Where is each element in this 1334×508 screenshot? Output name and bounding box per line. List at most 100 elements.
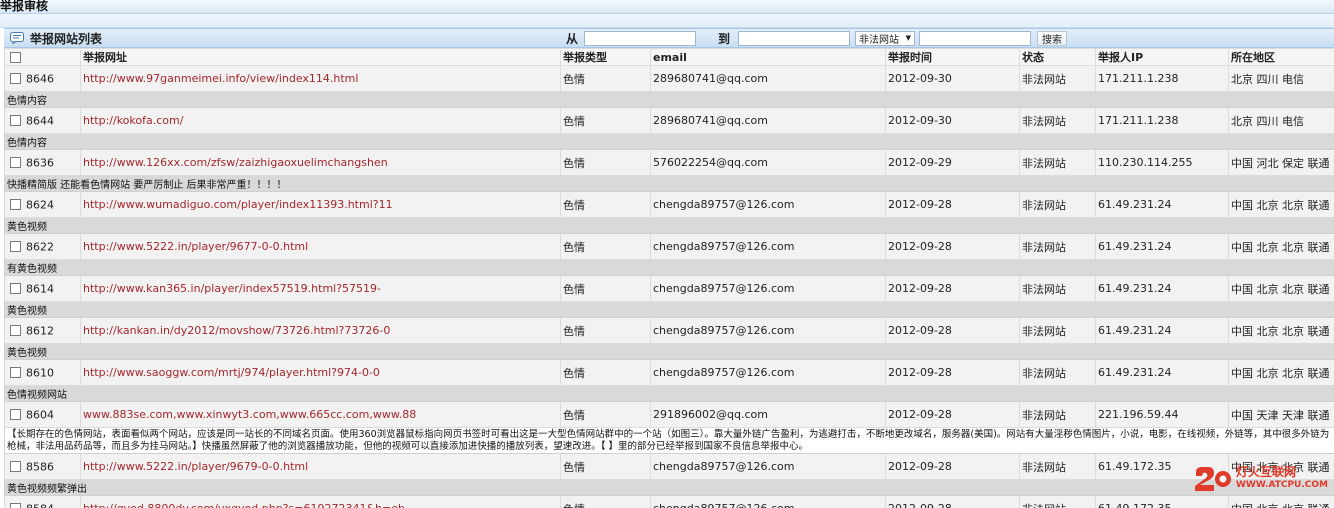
reporter-region: 中国 天津 天津 联通 [1228,401,1334,428]
row-checkbox[interactable] [10,503,21,508]
table-row: 8610 http://www.saoggw.com/mrtj/974/playe… [4,359,1334,386]
report-time: 2012-09-30 [885,65,1020,92]
col-email: email [650,48,886,66]
report-url[interactable]: http://www.wumadiguo.com/player/index113… [80,191,561,218]
row-checkbox[interactable] [10,325,21,337]
report-url[interactable]: http://qvod.8800dy.com/yxqvod.php?s=6192… [80,495,561,508]
select-all-checkbox[interactable] [10,52,21,63]
report-url[interactable]: http://kankan.in/dy2012/movshow/73726.ht… [80,317,561,344]
note-row: 黄色视频 [4,217,1334,234]
reporter-email: 291896002@qq.com [650,401,886,428]
report-time: 2012-09-28 [885,359,1020,386]
reporter-region: 中国 北京 北京 联通 [1228,191,1334,218]
reporter-region: 中国 北京 北京 联通 [1228,233,1334,260]
reporter-ip: 61.49.231.24 [1095,359,1229,386]
row-checkbox[interactable] [10,241,21,253]
row-checkbox[interactable] [10,367,21,379]
note-row: 色情视频网站 [4,385,1334,402]
table-row: 8614 http://www.kan365.in/player/index575… [4,275,1334,302]
table-row: 8624 http://www.wumadiguo.com/player/inde… [4,191,1334,218]
table-header-row: 举报网址 举报类型 email 举报时间 状态 举报人IP 所在地区 [4,48,1334,66]
report-time: 2012-09-28 [885,191,1020,218]
from-label: 从 [566,31,579,46]
report-status: 非法网站 [1019,401,1096,428]
report-type: 色情 [560,149,651,176]
row-select-cell: 8584 [4,495,81,508]
report-id: 8636 [26,156,54,170]
list-title: 举报网站列表 [30,31,103,46]
note-row: 【长期存在的色情网站，表面看似两个网站，应该是同一站长的不同域名页面。使用360… [4,427,1334,454]
report-id: 8646 [26,72,54,86]
report-status: 非法网站 [1019,65,1096,92]
report-status: 非法网站 [1019,149,1096,176]
report-table: 举报网址 举报类型 email 举报时间 状态 举报人IP 所在地区 8646 h… [4,48,1334,508]
row-checkbox[interactable] [10,283,21,295]
row-select-cell: 8646 [4,65,81,92]
report-type: 色情 [560,275,651,302]
to-date-input[interactable] [738,30,851,46]
report-url[interactable]: http://www.97ganmeimei.info/view/index11… [80,65,561,92]
report-url[interactable]: www.883se.com,www.xinwyt3.com,www.665cc.… [80,401,561,428]
reporter-email: chengda89757@126.com [650,275,886,302]
report-url[interactable]: http://www.5222.in/player/9679-0-0.html [80,453,561,480]
report-id: 8622 [26,240,54,254]
report-status: 非法网站 [1019,495,1096,508]
report-status: 非法网站 [1019,317,1096,344]
reporter-email: 289680741@qq.com [650,65,886,92]
report-note: 黄色视频 [4,217,1334,234]
table-row: 8612 http://kankan.in/dy2012/movshow/7372… [4,317,1334,344]
col-time: 举报时间 [885,48,1020,66]
reporter-email: chengda89757@126.com [650,317,886,344]
report-url[interactable]: http://kokofa.com/ [80,107,561,134]
report-status: 非法网站 [1019,107,1096,134]
reporter-email: chengda89757@126.com [650,359,886,386]
note-row: 色情内容 [4,91,1334,108]
row-checkbox[interactable] [10,199,21,211]
table-row: 8584 http://qvod.8800dy.com/yxqvod.php?s=… [4,495,1334,508]
row-checkbox[interactable] [10,115,21,127]
report-note: 黄色视频频繁弹出 [4,479,1334,496]
reporter-region: 中国 北京 北京 联通 [1228,317,1334,344]
row-checkbox[interactable] [10,461,21,473]
report-note: 色情内容 [4,133,1334,150]
row-checkbox[interactable] [10,73,21,85]
col-region: 所在地区 [1228,48,1334,66]
report-time: 2012-09-28 [885,453,1020,480]
row-select-cell: 8612 [4,317,81,344]
reporter-region: 北京 四川 电信 [1228,65,1334,92]
keyword-input[interactable] [919,30,1032,46]
report-url[interactable]: http://www.5222.in/player/9677-0-0.html [80,233,561,260]
table-row: 8622 http://www.5222.in/player/9677-0-0.h… [4,233,1334,260]
report-time: 2012-09-28 [885,233,1020,260]
type-select-value: 非法网站 [859,34,900,46]
type-select[interactable]: 非法网站 ▼ [855,30,916,46]
report-url[interactable]: http://www.kan365.in/player/index57519.h… [80,275,561,302]
row-checkbox[interactable] [10,157,21,169]
list-icon [10,32,24,44]
table-row: 8586 http://www.5222.in/player/9679-0-0.h… [4,453,1334,480]
watermark-url: WWW.ATCPU.COM [1235,480,1328,490]
page-title: 举报审核 [0,0,1334,14]
reporter-ip: 61.49.231.24 [1095,317,1229,344]
col-status: 状态 [1019,48,1096,66]
report-id: 8644 [26,114,54,128]
report-note: 有黄色视频 [4,259,1334,276]
report-url[interactable]: http://www.126xx.com/zfsw/zaizhigaoxueli… [80,149,561,176]
search-button[interactable]: 搜索 [1037,30,1068,46]
report-url[interactable]: http://www.saoggw.com/mrtj/974/player.ht… [80,359,561,386]
report-id: 8604 [26,408,54,422]
header-spacer [0,14,1334,28]
row-checkbox[interactable] [10,409,21,421]
note-row: 黄色视频频繁弹出 [4,479,1334,496]
report-status: 非法网站 [1019,275,1096,302]
row-select-cell: 8624 [4,191,81,218]
reporter-email: chengda89757@126.com [650,495,886,508]
select-all-cell[interactable] [4,48,81,66]
reporter-ip: 61.49.231.24 [1095,233,1229,260]
table-row: 8604 www.883se.com,www.xinwyt3.com,www.66… [4,401,1334,428]
note-row: 黄色视频 [4,343,1334,360]
reporter-email: chengda89757@126.com [650,233,886,260]
col-url: 举报网址 [80,48,561,66]
from-date-input[interactable] [584,30,697,46]
col-type: 举报类型 [560,48,651,66]
